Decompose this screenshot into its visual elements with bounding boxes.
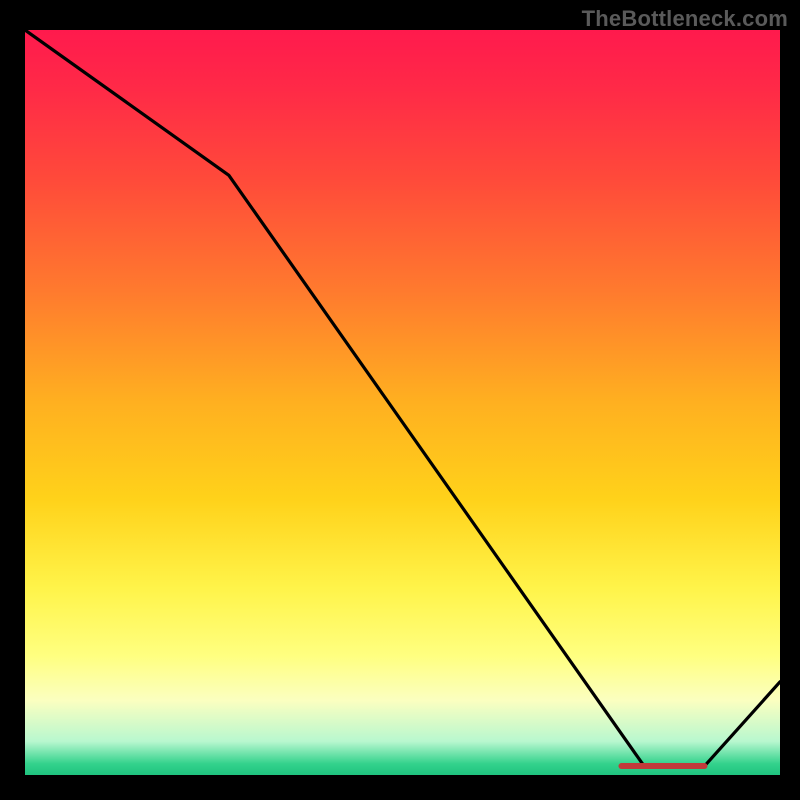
plot-inner <box>25 30 780 775</box>
plot-area <box>25 30 780 775</box>
attribution-text: TheBottleneck.com <box>582 6 788 32</box>
chart-svg <box>25 30 780 775</box>
chart-container: { "attribution": "TheBottleneck.com", "c… <box>0 0 800 800</box>
